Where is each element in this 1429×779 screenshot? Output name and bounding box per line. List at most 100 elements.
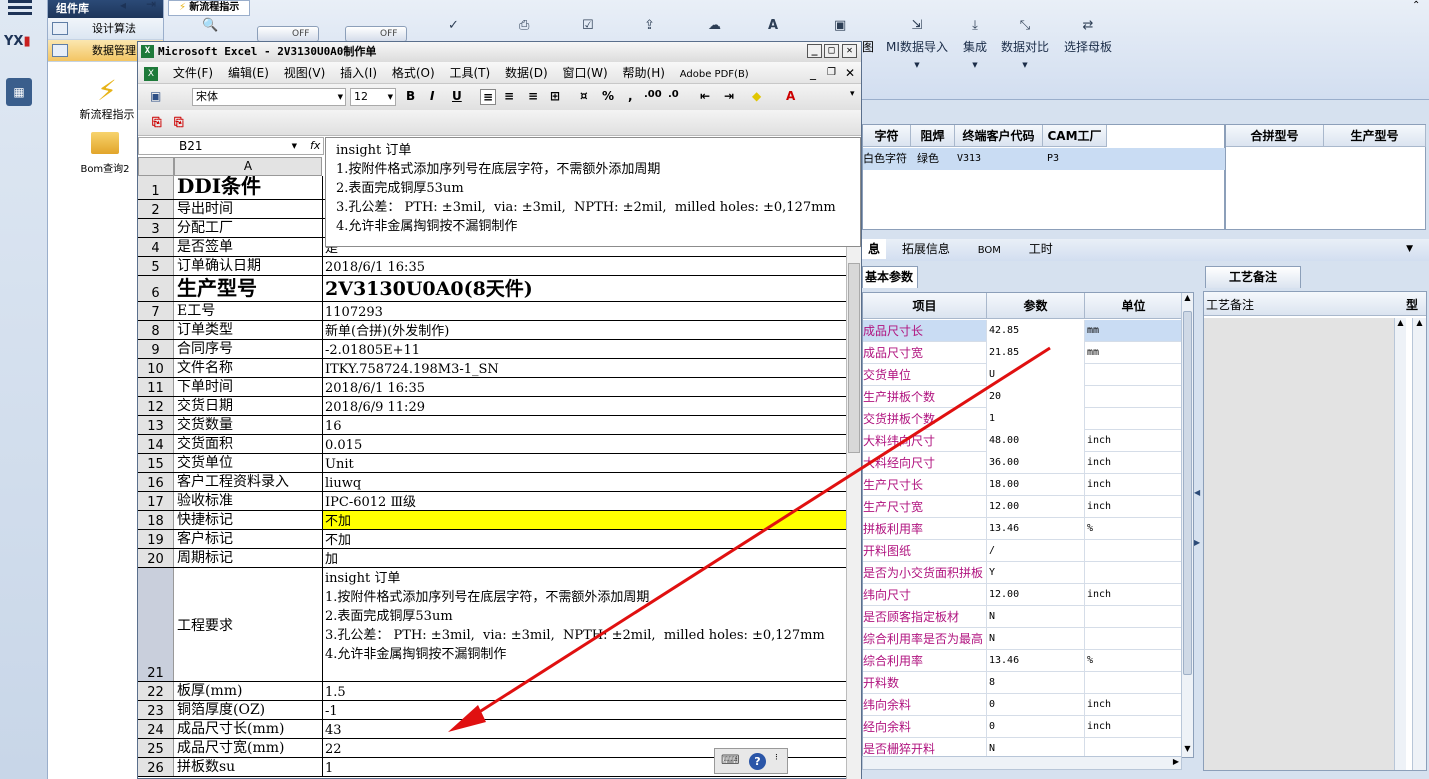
cell-a[interactable]: 交货日期 — [174, 397, 323, 415]
col-header-merge-model[interactable]: 合拼型号 — [1226, 125, 1324, 147]
craft-tab[interactable]: 工艺备注 — [1205, 266, 1301, 288]
align-center-icon[interactable]: ≡ — [504, 89, 514, 103]
underline-icon[interactable]: U — [452, 89, 462, 103]
font-icon[interactable]: A — [768, 18, 778, 34]
sheet-row[interactable]: 13 交货数量 16 — [138, 416, 846, 435]
cell-a[interactable]: 文件名称 — [174, 359, 323, 377]
row-number[interactable]: 19 — [138, 530, 174, 548]
param-item[interactable]: 生产拼板个数 — [863, 386, 987, 408]
param-row[interactable]: 经向余料 0 inch — [863, 716, 1193, 738]
upload-icon[interactable]: ⇪ — [644, 18, 655, 34]
craft-scrollbar-2[interactable]: ▲ — [1412, 318, 1426, 770]
scroll-thumb[interactable] — [1183, 311, 1192, 675]
menu-adobe-pdf[interactable]: Adobe PDF(B) — [680, 64, 749, 86]
param-value[interactable]: 12.00 — [987, 584, 1085, 606]
cell-a[interactable]: 下单时间 — [174, 378, 323, 396]
scroll-thumb[interactable] — [848, 263, 860, 453]
row-number[interactable]: 4 — [138, 238, 174, 256]
param-value[interactable]: 20 — [987, 386, 1085, 408]
menu-data[interactable]: 数据(D) — [505, 62, 548, 84]
param-item[interactable]: 成品尺寸宽 — [863, 342, 987, 364]
toggle-off-2[interactable]: OFF — [345, 26, 407, 42]
param-unit[interactable]: inch — [1085, 430, 1183, 452]
param-unit[interactable]: % — [1085, 650, 1183, 672]
sheet-row[interactable]: 5 订单确认日期 2018/6/1 16:35 — [138, 257, 846, 276]
param-value[interactable]: 0 — [987, 694, 1085, 716]
sheet-row[interactable]: 24 成品尺寸长(mm) 43 — [138, 720, 846, 739]
param-unit[interactable]: inch — [1085, 452, 1183, 474]
param-unit[interactable] — [1085, 408, 1183, 430]
row-number[interactable]: 24 — [138, 720, 174, 738]
cell-b[interactable]: 1107293 — [323, 302, 846, 320]
image-icon[interactable]: ▣ — [834, 18, 846, 34]
param-unit[interactable]: inch — [1085, 496, 1183, 518]
cell-b[interactable]: IPC-6012 Ⅲ级 — [323, 492, 846, 510]
cell-a[interactable]: 周期标记 — [174, 549, 323, 567]
sheet-row[interactable]: 8 订单类型 新单(合拼)(外发制作) — [138, 321, 846, 340]
row-number[interactable]: 23 — [138, 701, 174, 719]
integrate-button[interactable]: ⤓ 集成 ▼ — [958, 18, 992, 69]
row-number[interactable]: 13 — [138, 416, 174, 434]
cell-b[interactable]: insight 订单 1.按附件格式添加序列号在底层字符，不需额外添加周期 2.… — [323, 568, 846, 681]
param-row[interactable]: 大料纬向尺寸 48.00 inch — [863, 430, 1193, 452]
new-process-button[interactable]: ⚡ 新流程指示 — [72, 76, 142, 122]
minimize-button[interactable]: _ — [807, 44, 822, 58]
param-row[interactable]: 大料经向尺寸 36.00 inch — [863, 452, 1193, 474]
param-unit[interactable] — [1085, 540, 1183, 562]
cell-a[interactable]: 导出时间 — [174, 200, 323, 218]
row-number[interactable]: 17 — [138, 492, 174, 510]
tab-work-hours[interactable]: 工时 — [1017, 239, 1065, 259]
param-value[interactable]: 36.00 — [987, 452, 1085, 474]
calculator-icon[interactable]: ▦ — [6, 78, 32, 106]
param-item[interactable]: 综合利用率 — [863, 650, 987, 672]
name-box[interactable]: B21 ▼ — [138, 137, 324, 155]
param-value[interactable]: U — [987, 364, 1085, 386]
param-unit[interactable] — [1085, 738, 1183, 757]
cell-b[interactable]: -1 — [323, 701, 846, 719]
param-value[interactable]: 18.00 — [987, 474, 1085, 496]
row-number[interactable]: 11 — [138, 378, 174, 396]
param-row[interactable]: 开料图纸 / — [863, 540, 1193, 562]
excel-titlebar[interactable]: X Microsoft Excel - 2V3130U0A0制作单 _ □ ✕ — [138, 42, 861, 62]
italic-icon[interactable]: I — [430, 89, 434, 103]
merge-center-icon[interactable]: ⊞ — [550, 89, 560, 103]
col-header-customer-code[interactable]: 终端客户代码 — [955, 125, 1043, 147]
menu-tools[interactable]: 工具(T) — [450, 62, 491, 84]
cell-a[interactable]: 验收标准 — [174, 492, 323, 510]
param-row[interactable]: 综合利用率是否为最高 N — [863, 628, 1193, 650]
row-number[interactable]: 5 — [138, 257, 174, 275]
table-row[interactable]: 白色字符 绿色 V313 P3 — [863, 148, 1225, 170]
cell-a[interactable]: 合同序号 — [174, 340, 323, 358]
select-all-corner[interactable] — [138, 157, 174, 176]
pdf-email-icon[interactable]: ⎘ — [174, 115, 184, 130]
checklist-icon[interactable]: ☑ — [582, 18, 594, 34]
param-value[interactable]: 8 — [987, 672, 1085, 694]
scroll-down-icon[interactable]: ▼ — [1182, 744, 1193, 753]
param-item[interactable]: 交货单位 — [863, 364, 987, 386]
cell-b[interactable]: 16 — [323, 416, 846, 434]
param-item[interactable]: 交货拼板个数 — [863, 408, 987, 430]
param-row[interactable]: 开料数 8 — [863, 672, 1193, 694]
param-value[interactable]: N — [987, 738, 1085, 757]
cell-a[interactable]: 板厚(mm) — [174, 682, 323, 700]
help-icon[interactable]: ? — [749, 753, 766, 770]
param-item[interactable]: 成品尺寸长 — [863, 320, 987, 342]
cell-a[interactable]: 是否签单 — [174, 238, 323, 256]
sheet-row[interactable]: 20 周期标记加 — [138, 549, 846, 568]
currency-icon[interactable]: ¤ — [580, 89, 588, 103]
cell-a[interactable]: 订单类型 — [174, 321, 323, 339]
cell-a[interactable]: 快捷标记 — [174, 511, 323, 529]
collapse-ribbon-icon[interactable]: ⌃ — [1412, 0, 1420, 11]
sheet-row[interactable]: 16 客户工程资料录入 liuwq — [138, 473, 846, 492]
param-row[interactable]: 生产尺寸宽 12.00 inch — [863, 496, 1193, 518]
row-number[interactable]: 10 — [138, 359, 174, 377]
params-hscroll[interactable]: ▶ — [862, 756, 1182, 770]
param-unit[interactable] — [1085, 672, 1183, 694]
cell-a[interactable]: 分配工厂 — [174, 219, 323, 237]
col-header-production-model[interactable]: 生产型号 — [1324, 125, 1426, 147]
row-number[interactable]: 3 — [138, 219, 174, 237]
param-value[interactable]: 0 — [987, 716, 1085, 738]
scroll-up-icon[interactable]: ▲ — [1182, 293, 1193, 302]
increase-indent-icon[interactable]: ⇥ — [724, 89, 734, 103]
options-icon[interactable]: ⁝ — [775, 753, 778, 763]
